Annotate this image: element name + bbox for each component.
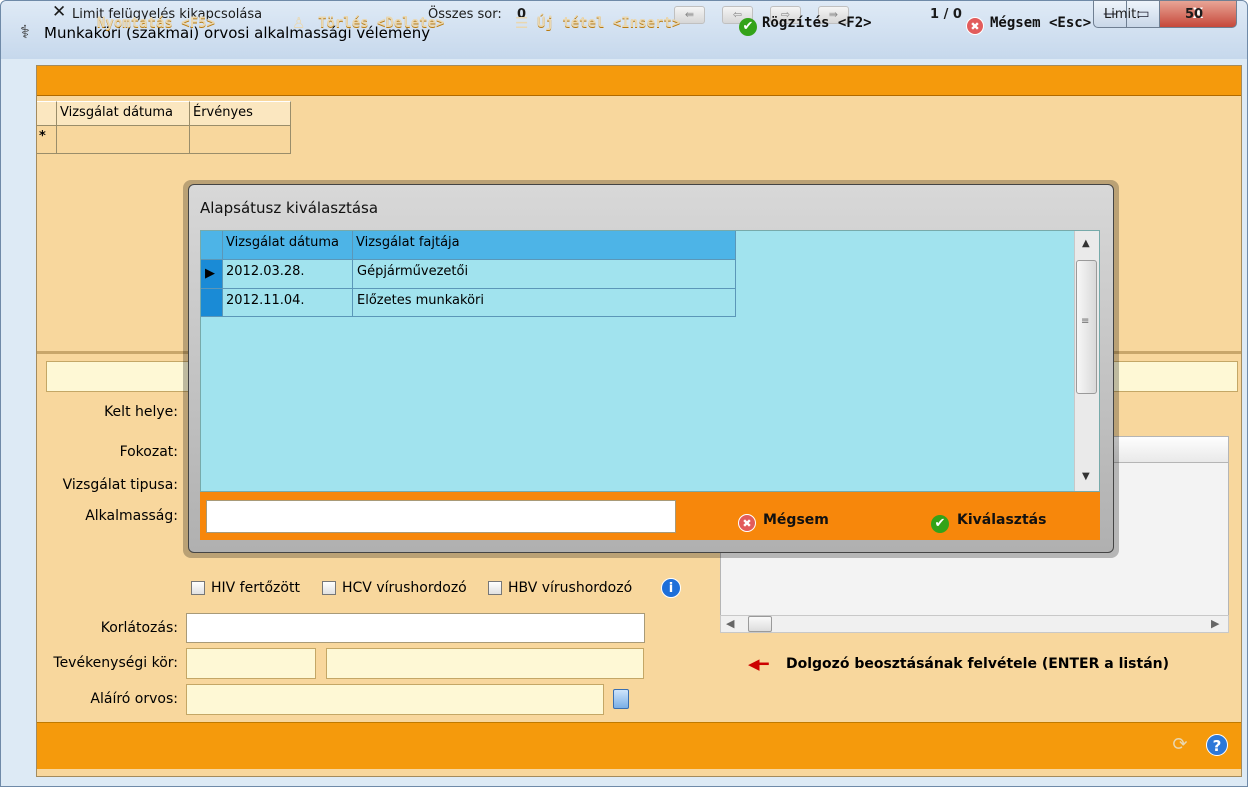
scroll-down-arrow-icon[interactable]: ▼ <box>1082 471 1090 482</box>
table-row[interactable]: Gépjárművezetői <box>353 260 736 289</box>
grid-column-header[interactable]: Vizsgálat dátuma <box>57 101 190 126</box>
hcv-checkbox[interactable] <box>322 581 336 595</box>
trash-icon: ♙ <box>292 14 306 32</box>
korlatozas-input[interactable] <box>186 613 645 643</box>
grid-cell[interactable] <box>57 126 190 154</box>
grid-row-selector-header <box>37 101 57 126</box>
cancel-button[interactable]: Mégsem <Esc> <box>990 11 1091 35</box>
new-item-button[interactable]: Új tétel <Insert> <box>537 11 680 35</box>
scroll-right-arrow-icon[interactable]: ▶ <box>1211 617 1219 630</box>
kelt-helye-label: Kelt helye: <box>104 404 178 420</box>
hiv-label: HIV fertőzött <box>211 580 300 596</box>
dialog-select-button[interactable]: Kiválasztás <box>957 510 1046 530</box>
page-indicator: 1 / 0 <box>930 7 962 22</box>
scroll-grip-icon: ≡ <box>1081 316 1090 327</box>
app-icon: ⚕ <box>20 22 30 43</box>
scroll-thumb[interactable] <box>1076 260 1097 394</box>
dialog-cancel-icon: ✖ <box>738 510 761 532</box>
lookup-book-icon[interactable] <box>613 689 629 709</box>
hcv-label: HCV vírushordozó <box>342 580 467 596</box>
assignment-hint: Dolgozó beosztásának felvétele (ENTER a … <box>786 656 1170 672</box>
scroll-left-arrow-icon[interactable]: ◀ <box>726 617 734 630</box>
table-row[interactable]: 2012.11.04. <box>223 289 353 317</box>
arrow-left-icon: ◀━ <box>748 655 769 673</box>
row-selector[interactable] <box>201 289 223 317</box>
scroll-thumb[interactable] <box>748 616 772 632</box>
dialog-column-header[interactable]: Vizsgálat dátuma <box>223 231 353 260</box>
hbv-label: HBV vírushordozó <box>508 580 633 596</box>
alkalmassag-label: Alkalmasság: <box>85 508 178 524</box>
grid-cell[interactable] <box>190 126 291 154</box>
save-button[interactable]: Rögzítés <F2> <box>762 11 872 35</box>
info-icon[interactable]: i <box>661 578 681 598</box>
scroll-up-arrow-icon[interactable]: ▲ <box>1082 238 1090 249</box>
dialog-column-header[interactable]: Vizsgálat fajtája <box>353 231 736 260</box>
print-button[interactable]: Nyomtatás <F5> <box>97 11 215 35</box>
fokozat-label: Fokozat: <box>119 444 178 460</box>
tevekenysegi-kor-name-input[interactable] <box>326 648 644 679</box>
refresh-icon[interactable]: ⟳ <box>1169 734 1191 756</box>
table-row[interactable]: 2012.03.28. <box>223 260 353 289</box>
grid-column-header[interactable]: Érvényes <box>190 101 291 126</box>
current-row-pointer-icon: ▶ <box>205 266 215 281</box>
tevekenysegi-kor-label: Tevékenységi kör: <box>53 655 178 671</box>
hiv-checkbox[interactable] <box>191 581 205 595</box>
dialog-title: Alapsátusz kiválasztása <box>200 199 379 217</box>
help-icon[interactable]: ? <box>1206 734 1228 756</box>
dialog-cancel-button[interactable]: Mégsem <box>763 510 829 530</box>
dialog-grid-row-selector-header <box>201 231 223 260</box>
dialog-search-input[interactable] <box>206 500 676 533</box>
limit-label: Limit: <box>1104 7 1141 22</box>
korlatozas-label: Korlátozás: <box>100 620 178 636</box>
hbv-checkbox[interactable] <box>488 581 502 595</box>
bottom-action-bar <box>37 722 1241 769</box>
new-list-icon: ☰ <box>515 14 529 32</box>
horizontal-scrollbar[interactable] <box>720 615 1229 633</box>
limit-value: 50 <box>1185 7 1204 22</box>
table-row[interactable]: Előzetes munkaköri <box>353 289 736 317</box>
dialog-select-icon: ✔ <box>931 510 954 533</box>
cancel-x-icon: ✖ <box>966 11 989 35</box>
alairo-orvos-input[interactable] <box>186 684 604 715</box>
alairo-orvos-label: Aláíró orvos: <box>90 691 178 707</box>
limit-bar <box>37 66 1241 96</box>
delete-button[interactable]: Törlés <Delete> <box>318 11 444 35</box>
tevekenysegi-kor-code-input[interactable] <box>186 648 316 679</box>
vizsgalat-tipusa-label: Vizsgálat tipusa: <box>62 477 178 493</box>
save-ok-icon: ✔ <box>739 11 762 36</box>
grid-new-row-marker[interactable]: * <box>37 126 57 154</box>
close-x-icon[interactable]: ✕ <box>52 3 66 21</box>
